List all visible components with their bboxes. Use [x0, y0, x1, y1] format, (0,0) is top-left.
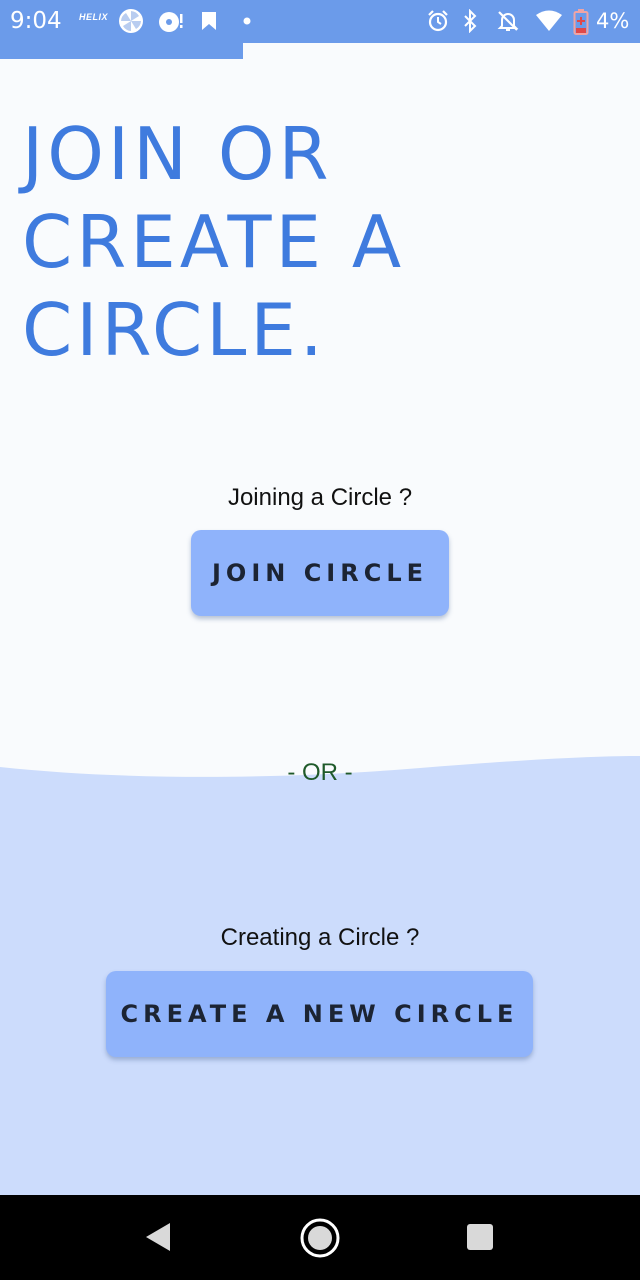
bookmark-icon [202, 12, 216, 30]
dot-icon [243, 17, 251, 25]
status-time: 9:04 [10, 8, 62, 34]
title-line-2: CREATE A [22, 200, 406, 284]
recents-icon[interactable] [466, 1223, 494, 1251]
create-prompt: Creating a Circle ? [220, 924, 420, 951]
title-line-1: JOIN OR [22, 112, 333, 196]
or-divider: - OR - [287, 759, 353, 786]
disc-icon [159, 12, 183, 32]
progress-indicator [0, 43, 243, 59]
lower-wave-background [0, 756, 640, 1200]
battery-percent: 4% [596, 9, 630, 33]
helix-icon: HELIX [79, 12, 109, 22]
battery-low-icon [573, 9, 589, 35]
wifi-icon [536, 10, 562, 31]
join-prompt: Joining a Circle ? [227, 484, 413, 511]
pinwheel-icon [119, 9, 143, 33]
join-circle-button[interactable]: JOIN CIRCLE [191, 530, 449, 616]
title-line-3: CIRCLE. [22, 288, 327, 372]
navigation-bar [0, 1195, 640, 1280]
home-icon[interactable] [299, 1217, 341, 1259]
bluetooth-icon [464, 9, 477, 33]
page-title: JOIN OR CREATE A CIRCLE. [22, 110, 405, 374]
status-bar: 9:04 HELIX 4% [0, 0, 640, 43]
create-circle-button[interactable]: CREATE A NEW CIRCLE [106, 971, 533, 1057]
back-icon[interactable] [143, 1221, 173, 1253]
alarm-icon [428, 10, 448, 32]
bell-off-icon [497, 11, 519, 31]
